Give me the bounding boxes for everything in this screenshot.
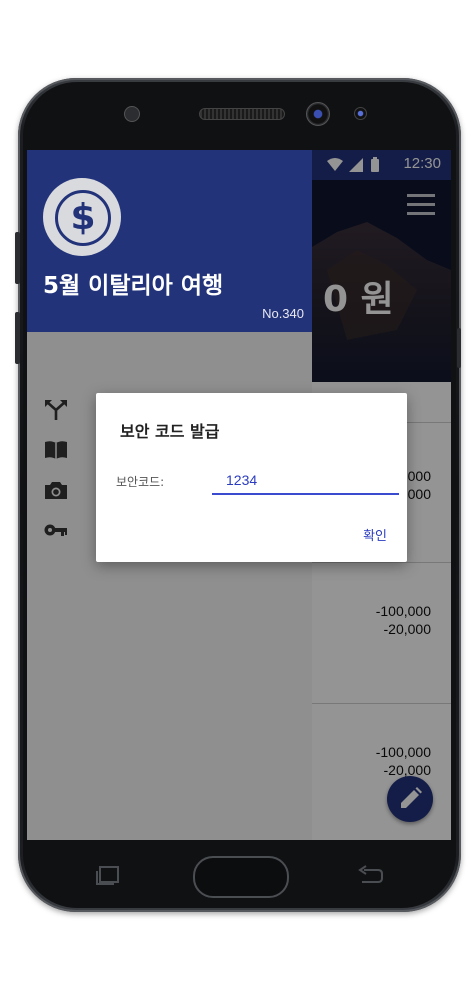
- volume-button: [15, 232, 20, 284]
- back-icon[interactable]: [356, 864, 384, 886]
- bixby-button: [15, 312, 20, 364]
- camera-icon[interactable]: [43, 478, 69, 502]
- security-code-label: 보안코드:: [116, 475, 165, 489]
- app-screen: 12:30 0 원 000 000 -100,000 -20,000 -100,…: [27, 150, 451, 840]
- home-button[interactable]: [193, 856, 289, 898]
- earpiece-speaker: [199, 108, 285, 120]
- iris-sensor: [354, 107, 367, 120]
- split-icon[interactable]: [43, 398, 69, 422]
- drawer-header: $ 5월 이탈리아 여행 No.340: [27, 150, 312, 332]
- dollar-coin-icon: $: [43, 178, 121, 256]
- front-camera-icon: [306, 102, 330, 126]
- recent-apps-icon[interactable]: [94, 864, 122, 886]
- trip-title: 5월 이탈리아 여행: [43, 273, 224, 299]
- front-sensor: [124, 106, 140, 122]
- dialog-title: 보안 코드 발급: [120, 422, 220, 441]
- power-button: [457, 328, 461, 368]
- key-icon[interactable]: [43, 518, 69, 542]
- security-code-input[interactable]: [212, 467, 399, 495]
- trip-number: No.340: [262, 306, 304, 321]
- confirm-button[interactable]: 확인: [363, 525, 387, 544]
- book-icon[interactable]: [43, 438, 69, 462]
- security-code-dialog: 보안 코드 발급 보안코드: 확인: [96, 393, 407, 562]
